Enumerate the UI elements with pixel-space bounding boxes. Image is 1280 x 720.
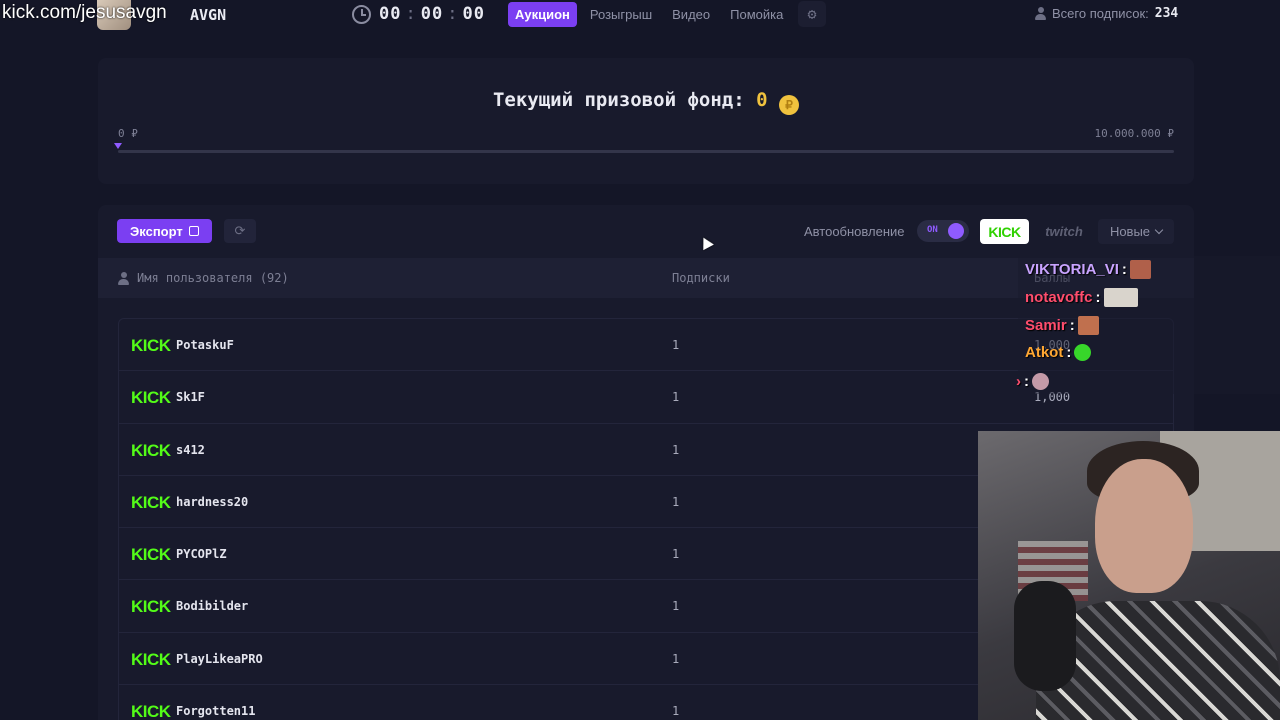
subs-count: 1 (672, 599, 680, 614)
export-label: Экспорт (130, 223, 183, 239)
refresh-button[interactable]: ⟳ (224, 219, 256, 243)
toggle-state: ON (927, 225, 938, 235)
header-user-label: Имя пользователя (92) (137, 271, 289, 285)
chat-message: ›: (1016, 373, 1049, 390)
stream-url-overlay: kick.com/jesusavgn (2, 2, 167, 23)
prize-title-label: Текущий призовой фонд: (492, 89, 745, 111)
chat-emote-icon (1074, 344, 1092, 361)
username: Forgotten11 (176, 704, 256, 719)
chat-message: notavoffc: (1025, 288, 1138, 307)
subs-total-value: 234 (1154, 6, 1179, 21)
chat-emote-icon (1077, 316, 1099, 335)
settings-button[interactable]: ⚙ (798, 1, 826, 27)
timer-digits: 00:00:00 (379, 4, 485, 24)
header-subs[interactable]: Подписки (672, 271, 730, 285)
auto-update-label: Автообновление (804, 224, 905, 239)
chat-username: Samir (1025, 317, 1067, 334)
chat-overlay: VIKTORIA_VI: notavoffc: Samir: Atkot: ›: (1016, 256, 1280, 394)
coin-icon: ₽ (779, 95, 800, 115)
microphone-icon (1014, 581, 1076, 691)
top-bar: AVGN 00:00:00 Аукцион Розыгрыш Видео Пом… (0, 0, 1280, 30)
kick-logo-icon: KICK (131, 492, 171, 512)
prize-max-label: 10.000.000 ₽ (1094, 127, 1174, 140)
auction-timer: 00:00:00 (352, 4, 485, 24)
prize-pool-card: Текущий призовой фонд: 0 ₽ 0 ₽ 10.000.00… (98, 58, 1194, 184)
sort-dropdown[interactable]: Новые (1098, 219, 1174, 244)
prize-amount: 0 (756, 89, 768, 111)
subs-count: 1 (672, 338, 680, 352)
subs-count: 1 (672, 547, 680, 562)
progress-marker-icon (114, 143, 122, 149)
user-icon (118, 271, 129, 285)
kick-logo-icon: KICK (131, 440, 171, 460)
chat-message: Samir: (1025, 316, 1099, 335)
chat-username: VIKTORIA_VI (1025, 261, 1119, 278)
chat-emote-icon (1129, 260, 1151, 279)
chat-message: VIKTORIA_VI: (1025, 260, 1151, 279)
username: Sk1F (176, 390, 205, 405)
chat-username: notavoffc (1025, 289, 1093, 306)
subs-count: 1 (672, 494, 680, 509)
subs-count: 1 (672, 651, 680, 666)
table-row[interactable]: KICKPotaskuF11,000 (118, 318, 1174, 371)
username: s412 (176, 442, 205, 457)
kick-logo-icon: KICK (988, 223, 1021, 240)
tab-video[interactable]: Видео (665, 2, 717, 27)
subs-total-label: Всего подписок: (1052, 6, 1149, 21)
tab-auction[interactable]: Аукцион (508, 2, 577, 27)
brand-name[interactable]: AVGN (190, 6, 226, 24)
chat-emote-icon (1103, 288, 1138, 307)
kick-logo-icon: KICK (131, 388, 171, 408)
subs-count: 1 (672, 442, 680, 457)
prize-progress-track (118, 150, 1174, 153)
prize-title: Текущий призовой фонд: 0 ₽ (98, 89, 1194, 115)
tab-trash[interactable]: Помойка (723, 2, 790, 27)
prize-min-label: 0 ₽ (118, 127, 138, 140)
refresh-icon: ⟳ (234, 223, 246, 239)
webcam-overlay (978, 431, 1280, 720)
clock-icon (352, 4, 371, 24)
subs-total: Всего подписок: 234 (1035, 6, 1178, 21)
kick-logo-icon: KICK (131, 702, 171, 720)
sort-value: Новые (1109, 224, 1151, 239)
subs-count: 1 (672, 704, 680, 719)
timer-minutes: 00 (420, 4, 444, 24)
timer-seconds: 00 (462, 4, 485, 24)
chevron-down-icon (1154, 225, 1164, 235)
auto-update-toggle[interactable]: ON (917, 220, 969, 242)
twitch-logo-icon: twitch (1045, 224, 1083, 239)
timer-hours: 00 (379, 4, 402, 24)
header-user[interactable]: Имя пользователя (92) (118, 271, 289, 285)
username: hardness20 (176, 494, 249, 509)
twitch-filter-button[interactable]: twitch (1039, 219, 1089, 244)
username: Bodibilder (176, 599, 249, 614)
username: PlayLikeaPRO (176, 651, 263, 666)
main-nav: Аукцион Розыгрыш Видео Помойка (508, 2, 790, 27)
chat-message: Atkot: (1025, 344, 1092, 361)
username: PYCOPlZ (176, 547, 227, 562)
kick-logo-icon: KICK (131, 545, 171, 565)
tab-giveaway[interactable]: Розыгрыш (583, 2, 659, 27)
kick-logo-icon: KICK (131, 336, 171, 355)
kick-logo-icon: KICK (131, 597, 171, 617)
subs-count: 1 (672, 390, 680, 405)
export-icon (188, 226, 199, 236)
kick-filter-button[interactable]: KICK (980, 219, 1029, 244)
chat-emote-icon (1032, 373, 1049, 390)
toggle-knob (948, 223, 964, 239)
export-button[interactable]: Экспорт (117, 219, 212, 243)
gear-icon: ⚙ (807, 5, 817, 23)
username: PotaskuF (176, 338, 234, 352)
kick-logo-icon: KICK (131, 649, 171, 669)
user-icon (1035, 7, 1046, 20)
chat-username: Atkot (1025, 344, 1064, 361)
